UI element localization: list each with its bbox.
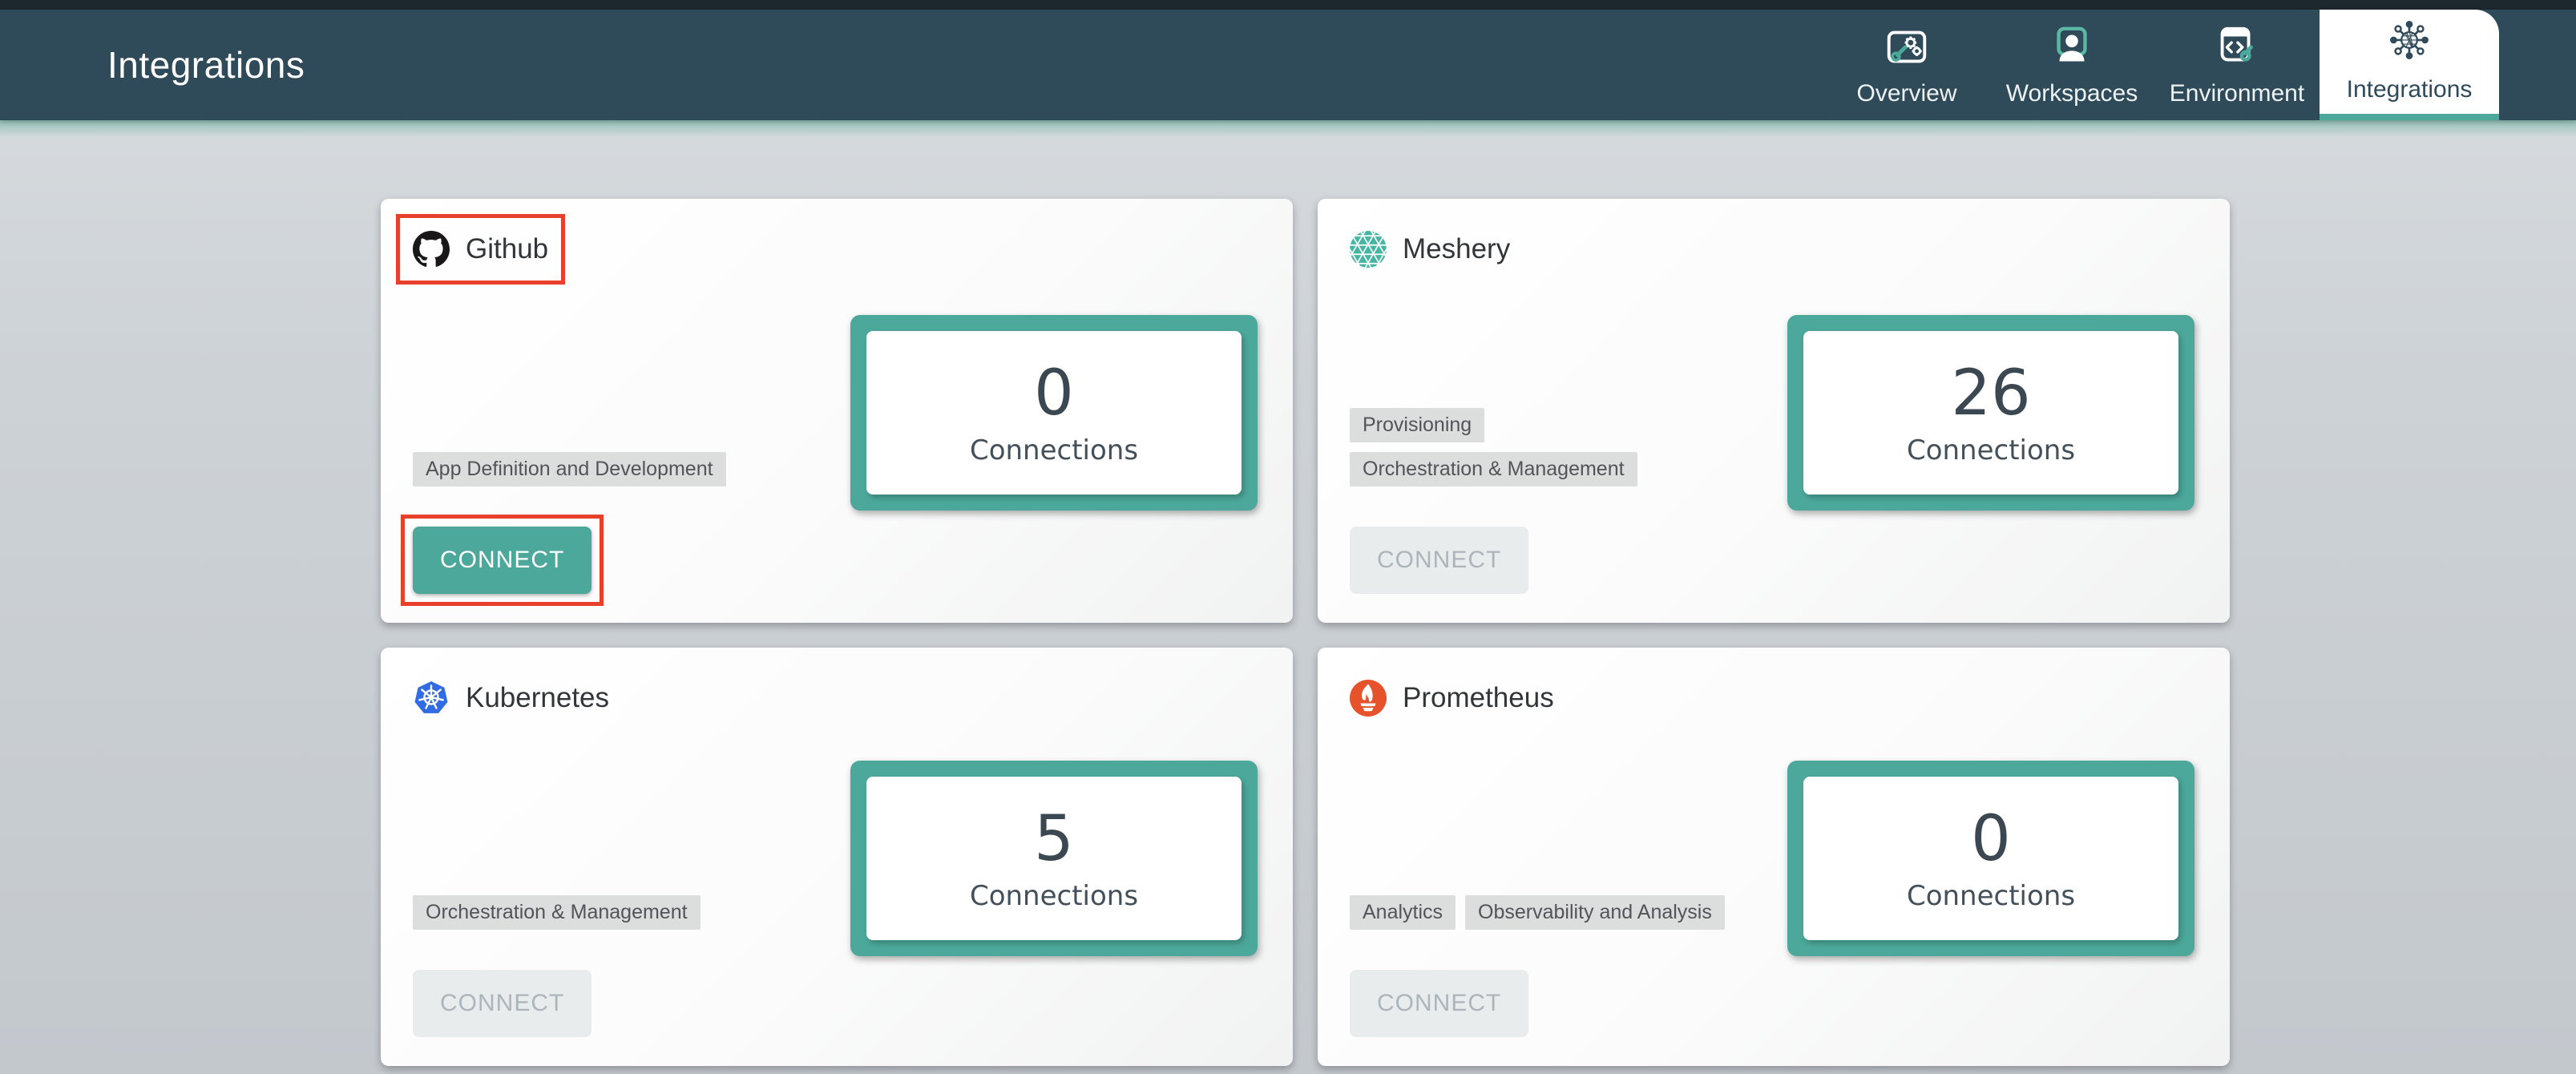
- integrations-icon: [2383, 15, 2436, 68]
- header-glow-strip: [0, 120, 2576, 139]
- connect-button: CONNECT: [413, 970, 592, 1037]
- connections-label: Connections: [1907, 880, 2075, 912]
- meshery-icon: [1350, 231, 1387, 268]
- nav-label-workspaces: Workspaces: [2006, 80, 2138, 107]
- category-tags: Provisioning Orchestration & Management: [1350, 408, 1763, 487]
- integration-name: Kubernetes: [466, 682, 609, 714]
- nav-label-overview: Overview: [1856, 80, 1956, 107]
- github-icon: [413, 231, 450, 268]
- nav-item-overview[interactable]: Overview: [1824, 10, 1989, 120]
- integration-card-kubernetes: Kubernetes Orchestration & Management CO…: [381, 648, 1293, 1066]
- workspaces-icon: [2047, 22, 2097, 72]
- category-tag: Orchestration & Management: [1350, 452, 1637, 487]
- category-tag: App Definition and Development: [413, 452, 726, 487]
- category-tags: App Definition and Development: [413, 452, 726, 487]
- integration-card-meshery: Meshery Provisioning Orchestration & Man…: [1318, 199, 2230, 623]
- connections-counter: 0 Connections: [850, 315, 1258, 511]
- category-tag: Observability and Analysis: [1465, 895, 1725, 930]
- nav-item-workspaces[interactable]: Workspaces: [1989, 10, 2154, 120]
- prometheus-icon: [1350, 680, 1387, 717]
- page-title: Integrations: [107, 43, 305, 87]
- overview-icon: [1882, 22, 1932, 72]
- app-header: Integrations Overvi: [0, 10, 2576, 120]
- nav-item-environment[interactable]: Environment: [2154, 10, 2320, 120]
- connect-button: CONNECT: [1350, 970, 1528, 1037]
- connections-count: 0: [1034, 359, 1074, 428]
- connections-label: Connections: [970, 434, 1138, 466]
- environment-icon: [2212, 22, 2262, 72]
- category-tags: Orchestration & Management: [413, 895, 701, 930]
- integration-name: Prometheus: [1403, 682, 1554, 714]
- connections-label: Connections: [970, 880, 1138, 912]
- connections-counter: 26 Connections: [1787, 315, 2194, 511]
- connections-label: Connections: [1907, 434, 2075, 466]
- connect-button[interactable]: CONNECT: [413, 527, 592, 594]
- browser-top-strip: [0, 0, 2576, 10]
- category-tag: Analytics: [1350, 895, 1456, 930]
- nav-label-environment: Environment: [2170, 80, 2304, 107]
- integration-card-github: Github App Definition and Development CO…: [381, 199, 1293, 623]
- nav-label-integrations: Integrations: [2347, 76, 2473, 103]
- kubernetes-icon: [413, 680, 450, 717]
- connections-counter: 5 Connections: [850, 761, 1258, 956]
- integration-card-prometheus: Prometheus Analytics Observability and A…: [1318, 648, 2230, 1066]
- integration-name: Meshery: [1403, 233, 1510, 265]
- connect-button-annotation: CONNECT: [413, 527, 592, 594]
- category-tags: Analytics Observability and Analysis: [1350, 895, 1725, 930]
- nav-item-integrations[interactable]: Integrations: [2320, 10, 2499, 120]
- category-tag: Orchestration & Management: [413, 895, 701, 930]
- connections-count: 5: [1034, 805, 1074, 874]
- integration-name: Github: [466, 233, 548, 265]
- connect-button: CONNECT: [1350, 527, 1528, 594]
- connections-count: 26: [1951, 359, 2030, 428]
- category-tag: Provisioning: [1350, 408, 1484, 442]
- integrations-grid: Github App Definition and Development CO…: [381, 199, 2229, 1066]
- top-nav: Overview Workspaces: [1824, 10, 2499, 120]
- connections-count: 0: [1971, 805, 2011, 874]
- connections-counter: 0 Connections: [1787, 761, 2194, 956]
- github-card-header-annotation: Github: [413, 231, 548, 268]
